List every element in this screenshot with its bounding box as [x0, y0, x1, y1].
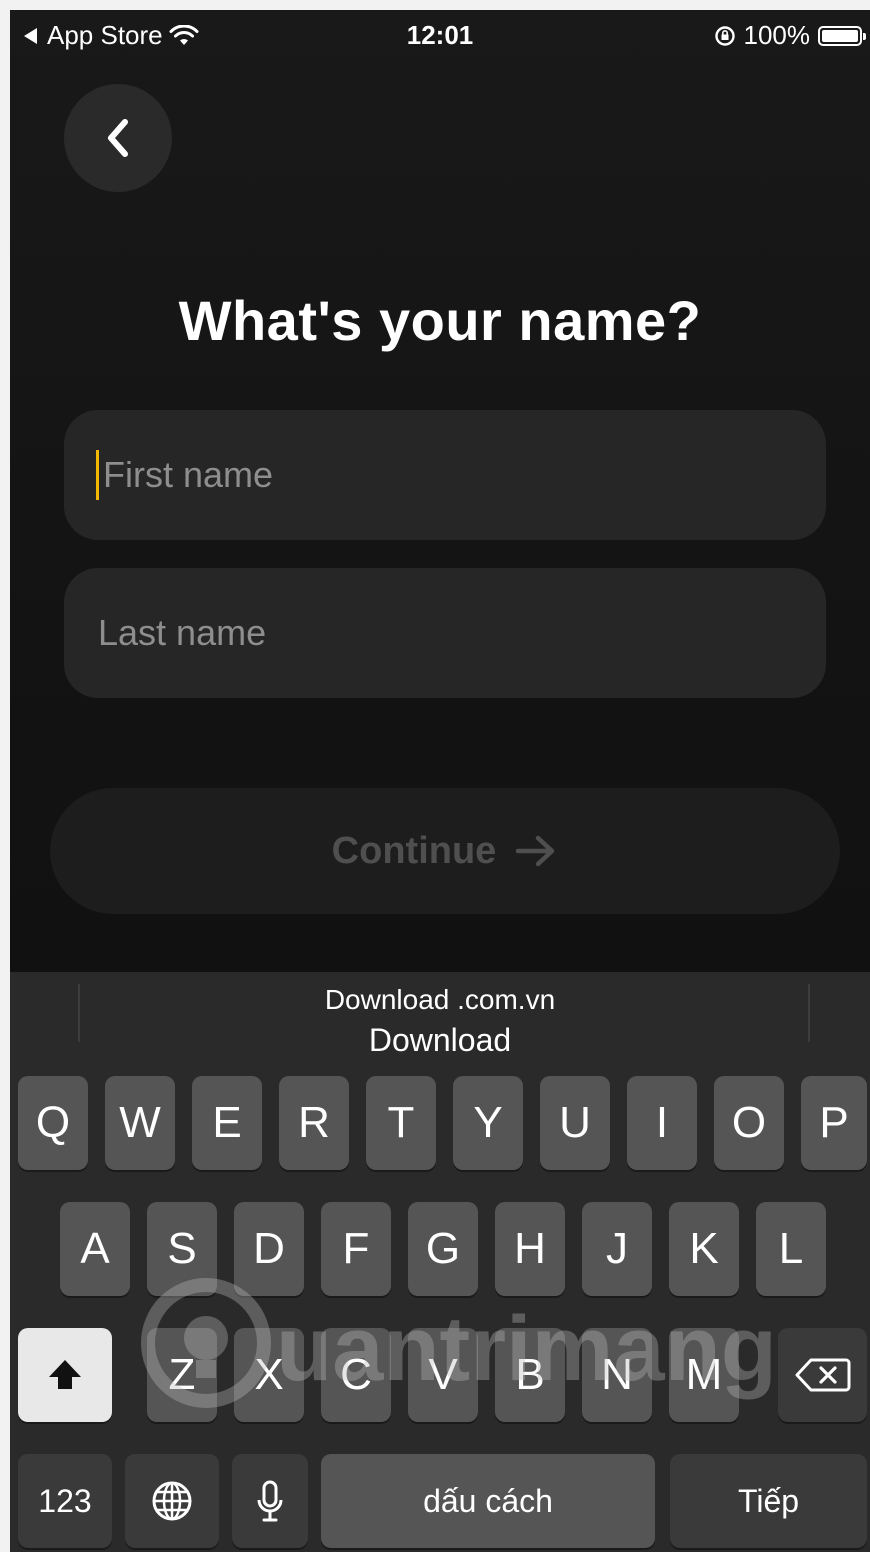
phone-screen: App Store 12:01 100% What's your name? F…	[10, 10, 870, 1552]
space-key[interactable]: dấu cách	[321, 1454, 655, 1548]
key-j[interactable]: J	[582, 1202, 652, 1296]
continue-label: Continue	[331, 829, 497, 872]
backspace-icon	[795, 1358, 850, 1392]
globe-icon	[152, 1481, 192, 1521]
shift-key[interactable]	[18, 1328, 112, 1422]
key-m[interactable]: M	[669, 1328, 739, 1422]
key-c[interactable]: C	[321, 1328, 391, 1422]
key-q[interactable]: Q	[18, 1076, 88, 1170]
key-r[interactable]: R	[279, 1076, 349, 1170]
suggestion-primary[interactable]: Download	[10, 1022, 870, 1059]
backspace-key[interactable]	[778, 1328, 867, 1422]
first-name-field[interactable]	[64, 410, 826, 540]
key-k[interactable]: K	[669, 1202, 739, 1296]
key-b[interactable]: B	[495, 1328, 565, 1422]
key-a[interactable]: A	[60, 1202, 130, 1296]
chevron-left-icon	[108, 119, 128, 157]
first-name-input[interactable]	[101, 453, 785, 497]
key-e[interactable]: E	[192, 1076, 262, 1170]
key-f[interactable]: F	[321, 1202, 391, 1296]
microphone-key[interactable]	[232, 1454, 308, 1548]
key-z[interactable]: Z	[147, 1328, 217, 1422]
globe-key[interactable]	[125, 1454, 219, 1548]
key-y[interactable]: Y	[453, 1076, 523, 1170]
suggestion-bar[interactable]: Download .com.vn Download	[10, 972, 870, 1072]
battery-icon	[818, 25, 866, 46]
key-h[interactable]: H	[495, 1202, 565, 1296]
key-l[interactable]: L	[756, 1202, 826, 1296]
shift-arrow-icon	[49, 1360, 81, 1389]
key-v[interactable]: V	[408, 1328, 478, 1422]
text-cursor	[96, 450, 99, 500]
battery-percent: 100%	[743, 20, 811, 50]
key-x[interactable]: X	[234, 1328, 304, 1422]
key-s[interactable]: S	[147, 1202, 217, 1296]
last-name-input[interactable]	[96, 611, 780, 655]
key-w[interactable]: W	[105, 1076, 175, 1170]
key-d[interactable]: D	[234, 1202, 304, 1296]
status-bar: App Store 12:01 100%	[10, 10, 870, 60]
key-p[interactable]: P	[801, 1076, 867, 1170]
numbers-key[interactable]: 123	[18, 1454, 112, 1548]
keyboard: Download .com.vn Download Q W E R T Y U …	[10, 972, 870, 1552]
last-name-field[interactable]	[64, 568, 826, 698]
key-u[interactable]: U	[540, 1076, 610, 1170]
back-button[interactable]	[64, 84, 172, 192]
key-t[interactable]: T	[366, 1076, 436, 1170]
key-i[interactable]: I	[627, 1076, 697, 1170]
page-title: What's your name?	[178, 289, 702, 352]
arrow-right-icon	[516, 835, 555, 867]
microphone-icon	[257, 1480, 283, 1522]
continue-button[interactable]: Continue	[50, 788, 840, 914]
orientation-lock-icon	[714, 25, 735, 46]
suggestion-secondary[interactable]: Download .com.vn	[10, 984, 870, 1016]
key-o[interactable]: O	[714, 1076, 784, 1170]
return-key[interactable]: Tiếp	[670, 1454, 867, 1548]
key-n[interactable]: N	[582, 1328, 652, 1422]
key-g[interactable]: G	[408, 1202, 478, 1296]
status-right: 100%	[714, 20, 866, 51]
